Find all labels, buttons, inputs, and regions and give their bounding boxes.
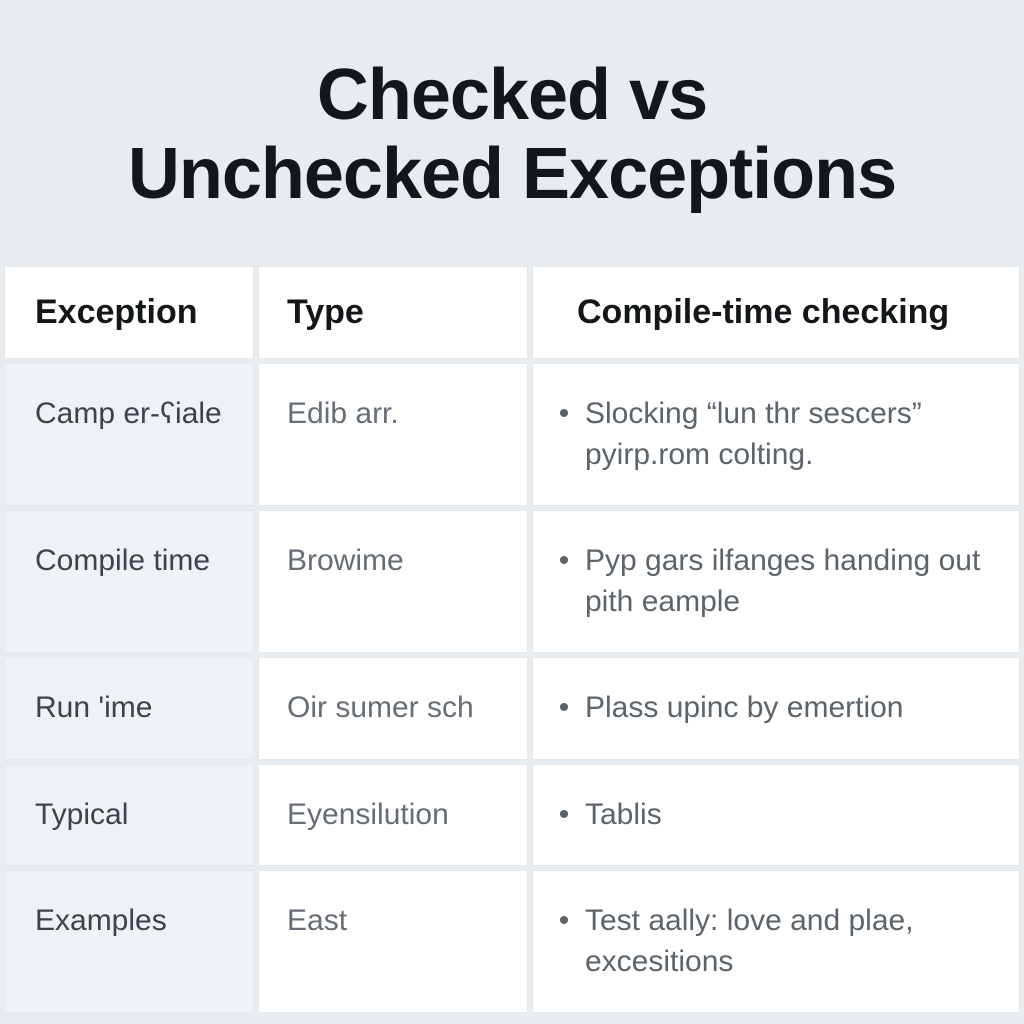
page-header: Checked vs Unchecked Exceptions [0,0,1024,262]
cell-checking: • Tablis [532,764,1020,867]
table-row: Examples East • Test aally: love and pla… [4,870,1020,1013]
cell-checking: • Slocking “lun thr sescers” pyirp.rom c… [532,363,1020,506]
bullet-text: Pyp gars ilfanges handing out pith eampl… [585,541,991,622]
bullet-dot-icon: • [557,394,571,475]
col-header-checking: Compile-time checking [532,266,1020,359]
table-row: Camp er-ʕiale Edib arr. • Slocking “lun … [4,363,1020,506]
cell-type: Oir sumer sch [258,657,528,760]
title-line-1: Checked vs [317,55,707,135]
cell-exception: Compile time [4,510,254,653]
bullet-item: • Slocking “lun thr sescers” pyirp.rom c… [557,394,991,475]
cell-type: East [258,870,528,1013]
table-row: Compile time Browime • Pyp gars ilfanges… [4,510,1020,653]
bullet-item: • Plass upinc by emertion [557,688,991,729]
bullet-item: • Pyp gars ilfanges handing out pith eam… [557,541,991,622]
table-header-row: Exception Type Compile-time checking [4,266,1020,359]
bullet-item: • Test aally: love and plae, excesitions [557,901,991,982]
table-row: Run 'ime Oir sumer sch • Plass upinc by … [4,657,1020,760]
cell-type: Browime [258,510,528,653]
col-header-type: Type [258,266,528,359]
cell-exception: Run 'ime [4,657,254,760]
bullet-dot-icon: • [557,541,571,622]
title-line-2: Unchecked Exceptions [128,134,896,214]
bullet-item: • Tablis [557,795,991,836]
cell-exception: Typical [4,764,254,867]
table-row: Typical Eyensilution • Tablis [4,764,1020,867]
col-header-exception: Exception [4,266,254,359]
cell-type: Eyensilution [258,764,528,867]
cell-checking: • Test aally: love and plae, excesitions [532,870,1020,1013]
exceptions-table: Exception Type Compile-time checking Cam… [0,262,1024,1017]
bullet-text: Plass upinc by emertion [585,688,991,729]
cell-exception: Examples [4,870,254,1013]
bullet-text: Test aally: love and plae, excesitions [585,901,991,982]
cell-exception: Camp er-ʕiale [4,363,254,506]
bullet-dot-icon: • [557,795,571,836]
cell-type: Edib arr. [258,363,528,506]
cell-checking: • Pyp gars ilfanges handing out pith eam… [532,510,1020,653]
table-body: Camp er-ʕiale Edib arr. • Slocking “lun … [4,363,1020,1013]
bullet-dot-icon: • [557,901,571,982]
bullet-text: Tablis [585,795,991,836]
cell-checking: • Plass upinc by emertion [532,657,1020,760]
table-head: Exception Type Compile-time checking [4,266,1020,359]
bullet-text: Slocking “lun thr sescers” pyirp.rom col… [585,394,991,475]
bullet-dot-icon: • [557,688,571,729]
page-title: Checked vs Unchecked Exceptions [40,56,984,214]
